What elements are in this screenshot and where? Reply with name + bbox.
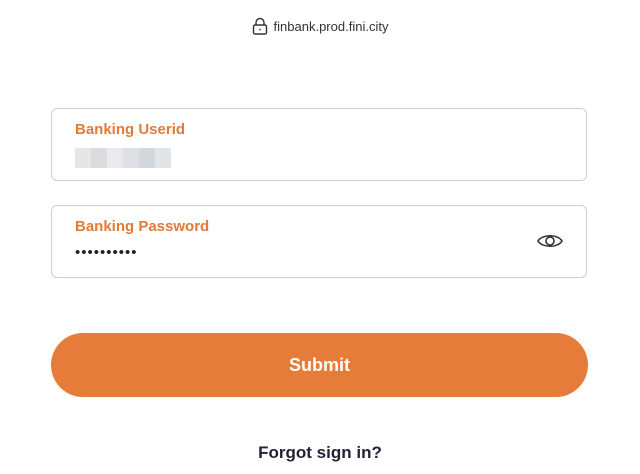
eye-icon[interactable] [536,231,564,251]
password-field[interactable]: Banking Password •••••••••• [51,205,587,278]
url-text: finbank.prod.fini.city [273,18,389,34]
forgot-sign-in-link[interactable]: Forgot sign in? [0,443,640,463]
login-page: finbank.prod.fini.city Banking Userid Ba… [0,0,640,474]
url-bar: finbank.prod.fini.city [0,17,640,35]
userid-redacted-value [75,148,171,168]
userid-label: Banking Userid [75,121,186,138]
password-value: •••••••••• [75,244,138,261]
lock-icon [252,17,268,35]
password-label: Banking Password [75,218,210,235]
submit-button[interactable]: Submit [51,333,588,397]
userid-field[interactable]: Banking Userid [51,108,587,181]
